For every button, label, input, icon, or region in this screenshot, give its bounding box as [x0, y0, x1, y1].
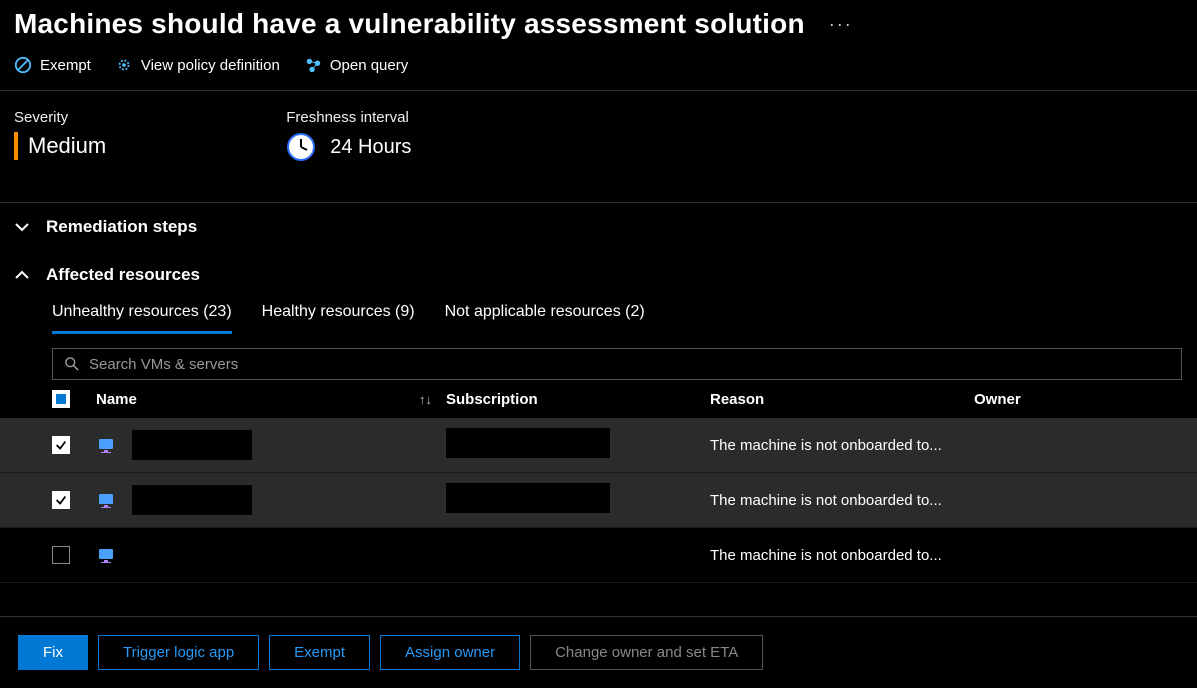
- reason-cell: The machine is not onboarded to...: [710, 547, 974, 564]
- severity-indicator: [14, 132, 18, 160]
- severity-label: Severity: [14, 109, 106, 126]
- search-box[interactable]: [52, 348, 1182, 380]
- policy-icon: [115, 56, 133, 74]
- chevron-down-icon: [14, 219, 30, 235]
- more-actions-icon[interactable]: ···: [829, 14, 853, 35]
- query-icon: [304, 56, 322, 74]
- subscription-redacted: [446, 428, 610, 458]
- trigger-logic-app-button[interactable]: Trigger logic app: [98, 635, 259, 670]
- assign-owner-button[interactable]: Assign owner: [380, 635, 520, 670]
- col-subscription-label[interactable]: Subscription: [446, 391, 710, 408]
- table-header: Name ↑↓ Subscription Reason Owner: [0, 380, 1197, 418]
- table-row[interactable]: The machine is not onboarded to...: [0, 418, 1197, 473]
- col-owner-label[interactable]: Owner: [974, 391, 1197, 408]
- vm-icon: [96, 490, 116, 510]
- clock-icon: [286, 132, 316, 162]
- fix-button[interactable]: Fix: [18, 635, 88, 670]
- view-policy-button[interactable]: View policy definition: [115, 56, 280, 74]
- subscription-redacted: [446, 483, 610, 513]
- open-query-button[interactable]: Open query: [304, 56, 408, 74]
- resource-name-redacted: [132, 540, 252, 570]
- open-query-label: Open query: [330, 57, 408, 74]
- severity-value: Medium: [28, 133, 106, 159]
- change-owner-eta-button: Change owner and set ETA: [530, 635, 763, 670]
- table-row[interactable]: The machine is not onboarded to...: [0, 473, 1197, 528]
- tab-healthy[interactable]: Healthy resources (9): [262, 303, 415, 334]
- search-input[interactable]: [89, 356, 1171, 373]
- resource-name-redacted: [132, 485, 252, 515]
- remediation-steps-label: Remediation steps: [46, 217, 197, 237]
- exempt-button[interactable]: Exempt: [14, 56, 91, 74]
- exempt-icon: [14, 56, 32, 74]
- col-name-label[interactable]: Name: [96, 391, 137, 408]
- vm-icon: [96, 435, 116, 455]
- affected-resources-label: Affected resources: [46, 265, 200, 285]
- exempt-action-button[interactable]: Exempt: [269, 635, 370, 670]
- affected-resources-toggle[interactable]: Affected resources: [0, 251, 1197, 299]
- table-row[interactable]: The machine is not onboarded to...: [0, 528, 1197, 583]
- reason-cell: The machine is not onboarded to...: [710, 492, 974, 509]
- reason-cell: The machine is not onboarded to...: [710, 437, 974, 454]
- view-policy-label: View policy definition: [141, 57, 280, 74]
- row-checkbox[interactable]: [52, 546, 70, 564]
- freshness-label: Freshness interval: [286, 109, 411, 126]
- chevron-up-icon: [14, 267, 30, 283]
- freshness-value: 24 Hours: [330, 136, 411, 159]
- page-title: Machines should have a vulnerability ass…: [14, 8, 805, 40]
- tab-notapplicable[interactable]: Not applicable resources (2): [445, 303, 645, 334]
- subscription-redacted: [446, 538, 610, 568]
- remediation-steps-toggle[interactable]: Remediation steps: [0, 203, 1197, 251]
- tab-unhealthy[interactable]: Unhealthy resources (23): [52, 303, 232, 334]
- exempt-label: Exempt: [40, 57, 91, 74]
- sort-icon[interactable]: ↑↓: [419, 392, 432, 407]
- row-checkbox[interactable]: [52, 491, 70, 509]
- col-reason-label[interactable]: Reason: [710, 391, 974, 408]
- row-checkbox[interactable]: [52, 436, 70, 454]
- resource-name-redacted: [132, 430, 252, 460]
- vm-icon: [96, 545, 116, 565]
- select-all-checkbox[interactable]: [52, 390, 70, 408]
- search-icon: [63, 355, 81, 373]
